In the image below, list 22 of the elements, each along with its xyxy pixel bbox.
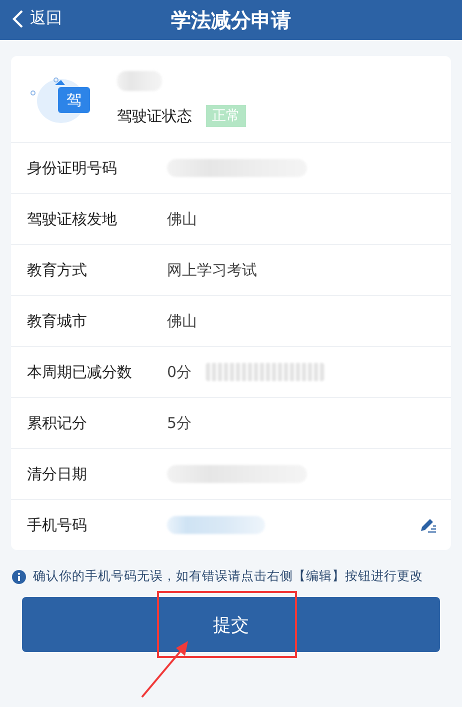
field-label: 本周期已减分数: [27, 362, 133, 382]
field-value: 5分: [167, 414, 192, 432]
back-button[interactable]: 返回: [12, 8, 62, 29]
field-value: 0分: [167, 362, 192, 382]
field-label: 清分日期: [27, 464, 88, 484]
notice-text: 确认你的手机号码无误，如有错误请点击右侧【编辑】按钮进行更改: [33, 568, 423, 585]
field-label: 累积记分: [27, 414, 88, 432]
submit-button[interactable]: 提交: [22, 597, 440, 652]
status-label: 驾驶证状态: [117, 106, 192, 126]
edit-icon[interactable]: [419, 516, 437, 534]
info-icon: [12, 570, 26, 584]
field-label: 教育方式: [27, 260, 88, 280]
field-label: 身份证明号码: [27, 158, 118, 178]
field-value: 网上学习考试: [167, 260, 257, 280]
field-label: 手机号码: [27, 516, 88, 534]
field-value: 佛山: [167, 210, 197, 228]
field-label: 驾驶证核发地: [27, 210, 118, 228]
page-title: 学法减分申请: [171, 6, 291, 34]
field-value: 佛山: [167, 312, 197, 330]
back-chevron-icon: [12, 8, 24, 28]
field-label: 教育城市: [27, 312, 88, 330]
status-badge: 正常: [206, 105, 246, 127]
